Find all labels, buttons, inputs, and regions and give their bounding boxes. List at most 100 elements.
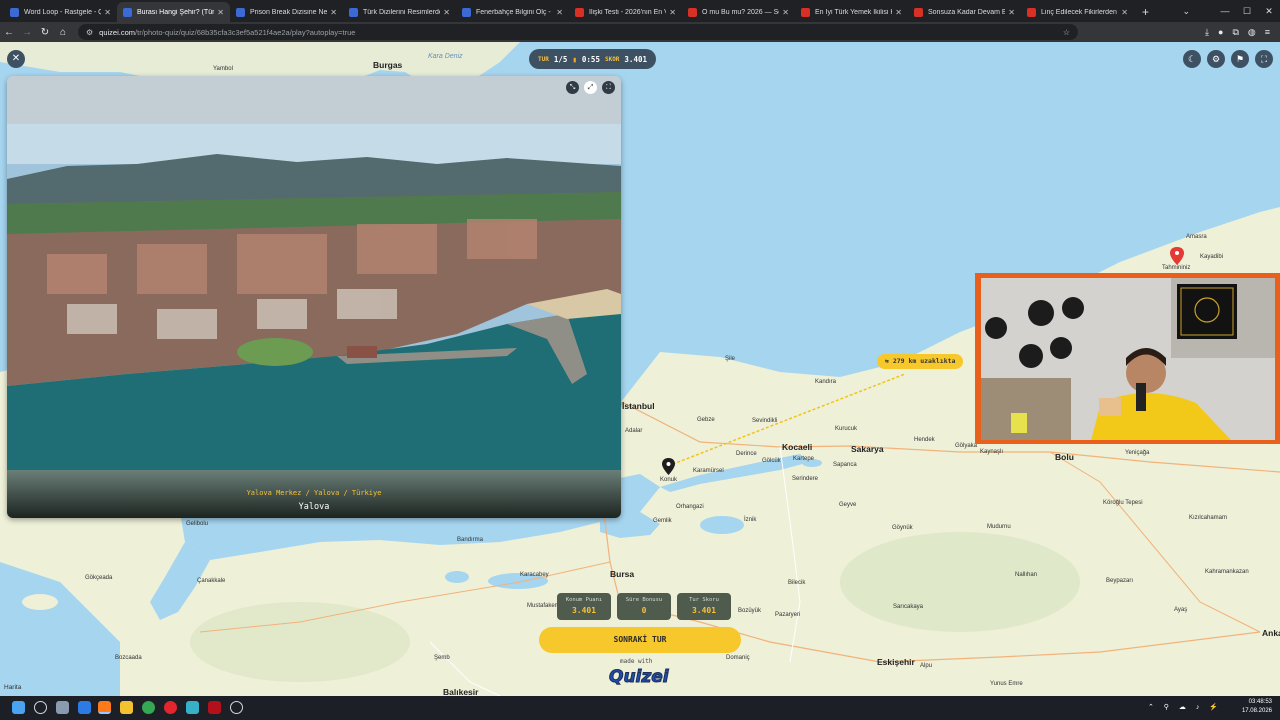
browser-tab[interactable]: Burası Hangi Şehir? (Türkiye) - Q✕ (117, 2, 230, 22)
tab-close-icon[interactable]: ✕ (895, 8, 902, 17)
opera-icon[interactable] (164, 701, 177, 714)
score-box-value: 0 (641, 606, 647, 615)
score-label: SKOR (604, 55, 620, 63)
map-city-label: Bozüyük (738, 608, 762, 614)
notepad-icon[interactable] (186, 701, 199, 714)
map-city-label: Gelibolu (186, 521, 209, 527)
tab-favicon-icon (801, 7, 810, 17)
tab-favicon-icon (1027, 7, 1036, 17)
forward-icon[interactable]: → (18, 27, 36, 38)
tab-close-icon[interactable]: ✕ (443, 8, 450, 17)
score-box-value: 3.401 (571, 606, 597, 615)
next-round-button[interactable]: SONRAKİ TUR (539, 627, 741, 653)
tab-close-icon[interactable]: ✕ (669, 8, 676, 17)
settings-gear-icon[interactable]: ⚙ (1207, 50, 1225, 68)
browser-tab[interactable]: En İyi Türk Yemek İkilisi Hangisi✕ (795, 2, 908, 22)
close-quiz-button[interactable]: ✕ (7, 50, 25, 68)
round-hud: TUR 1/5 ▮ 0:55 SKOR 3.401 (529, 49, 656, 69)
map-city-label: Adalar (625, 428, 643, 434)
round-label: TUR (538, 55, 549, 63)
tab-search-chevron-icon[interactable]: ⌄ (1182, 0, 1190, 22)
clock[interactable]: 03:48:53 17.08.2026 (1242, 698, 1272, 716)
map-city-label: İznik (744, 517, 757, 523)
browser-tab[interactable]: O mu Bu mu? 2026 — Sevgilini✕ (682, 2, 795, 22)
map-city-label: Bozcaada (115, 655, 142, 661)
tab-title: En İyi Türk Yemek İkilisi Hangisi (815, 8, 892, 16)
expand-icon[interactable]: ⤢ (584, 81, 597, 94)
tab-close-icon[interactable]: ✕ (556, 8, 563, 17)
map-city-label: Domaniç (726, 655, 750, 661)
tab-title: Türk Dizilerini Resimlerden Tah (363, 8, 440, 16)
close-window-icon[interactable]: ✕ (1258, 0, 1280, 22)
map-city-label: Alpu (920, 663, 933, 669)
browser-tab[interactable]: Word Loop - Rastgele - Quizei✕ (4, 2, 117, 22)
shrink-icon[interactable]: ⤡ (566, 81, 579, 94)
reload-icon[interactable]: ↻ (36, 27, 54, 38)
tab-favicon-icon (575, 7, 584, 17)
new-tab-button[interactable]: + (1142, 2, 1149, 22)
task-view-icon[interactable] (56, 701, 69, 714)
settings-app-icon[interactable] (230, 701, 243, 714)
map-city-label: Bandırma (457, 537, 484, 543)
site-info-icon[interactable]: ⚙ (86, 28, 93, 37)
map-city-label: Nallıhan (1015, 572, 1038, 578)
tab-favicon-icon (10, 7, 19, 17)
map-city-label: Sevindikli (752, 418, 778, 424)
home-icon[interactable]: ⌂ (54, 27, 72, 38)
maximize-icon[interactable]: ☐ (1236, 0, 1258, 22)
browser-tab[interactable]: Fenerbahçe Bilgini Ölç - Quizei✕ (456, 2, 569, 22)
quizei-logo[interactable]: Quizei (609, 667, 670, 688)
map-city-label: Kızılcahamam (1189, 515, 1228, 521)
tab-close-icon[interactable]: ✕ (217, 8, 224, 17)
score-box: Süre Bonusu 0 (617, 593, 671, 620)
tab-favicon-icon (914, 7, 923, 17)
report-flag-icon[interactable]: ⚑ (1231, 50, 1249, 68)
clock-date: 17.08.2026 (1241, 708, 1272, 714)
tab-close-icon[interactable]: ✕ (104, 8, 111, 17)
search-icon[interactable] (34, 701, 47, 714)
browser-tab[interactable]: Prison Break Dizisine Ne Kadar✕ (230, 2, 343, 22)
tab-title: Sonsuza Kadar Devam Edecek B (928, 8, 1006, 16)
system-tray[interactable]: ⌃ ⚲ ☁ ♪ ⚡ (1148, 703, 1222, 711)
firefox-icon[interactable] (98, 701, 111, 714)
browser-toolbar: ← → ↻ ⌂ ⚙ quizei.com /tr/photo-quiz/quiz… (0, 22, 1280, 42)
tab-close-icon[interactable]: ✕ (1008, 8, 1015, 17)
attribution-text: Harita (4, 684, 22, 691)
obs-icon[interactable] (208, 701, 221, 714)
tab-close-icon[interactable]: ✕ (330, 8, 337, 17)
browser-tab[interactable]: Türk Dizilerini Resimlerden Tah✕ (343, 2, 456, 22)
start-windows-icon[interactable] (12, 701, 25, 714)
round-value: 1/5 (553, 54, 568, 64)
dark-mode-icon[interactable]: ☾ (1183, 50, 1201, 68)
browser-tab[interactable]: Sonsuza Kadar Devam Edecek B✕ (908, 2, 1021, 22)
extension-icon[interactable]: ● (1218, 27, 1223, 38)
tab-title: Burası Hangi Şehir? (Türkiye) - Q (137, 8, 215, 16)
browser-tab[interactable]: İlişki Testi - 2026'nın En Viral Te✕ (569, 2, 682, 22)
fullscreen-photo-icon[interactable]: ⛶ (602, 81, 615, 94)
map-city-label: Kurucuk (835, 426, 858, 432)
tab-close-icon[interactable]: ✕ (1121, 8, 1128, 17)
menu-icon[interactable]: ≡ (1265, 27, 1270, 38)
map-city-label: Serindere (792, 476, 819, 482)
map-city-label: Göynük (892, 525, 913, 531)
location-name: Yalova (298, 502, 330, 512)
webcam-scene (981, 278, 1275, 440)
map-city-label: Kartepe (793, 456, 815, 462)
chrome-icon[interactable] (142, 701, 155, 714)
tab-close-icon[interactable]: ✕ (782, 8, 789, 17)
fullscreen-icon[interactable]: ⛶ (1255, 50, 1273, 68)
copilot-icon[interactable] (78, 701, 91, 714)
tab-title: Word Loop - Rastgele - Quizei (24, 8, 102, 16)
address-bar[interactable]: ⚙ quizei.com /tr/photo-quiz/quiz/68b35cf… (78, 24, 1078, 40)
download-icon[interactable]: ⤓ (1205, 27, 1209, 38)
browser-tab[interactable]: Linç Edilecek Fikirlerden Hangi✕ (1021, 2, 1134, 22)
file-explorer-icon[interactable] (120, 701, 133, 714)
bookmark-star-icon[interactable]: ☆ (1063, 28, 1070, 37)
map-city-label: Mudurnu (987, 524, 1011, 530)
map-city-label: Çanakkale (197, 578, 226, 584)
puzzle-icon[interactable]: ⧉ (1232, 27, 1238, 38)
score-box-value: 3.401 (691, 606, 717, 615)
profile-icon[interactable]: ◍ (1248, 27, 1256, 38)
back-icon[interactable]: ← (0, 27, 18, 38)
minimize-icon[interactable]: — (1214, 0, 1236, 22)
